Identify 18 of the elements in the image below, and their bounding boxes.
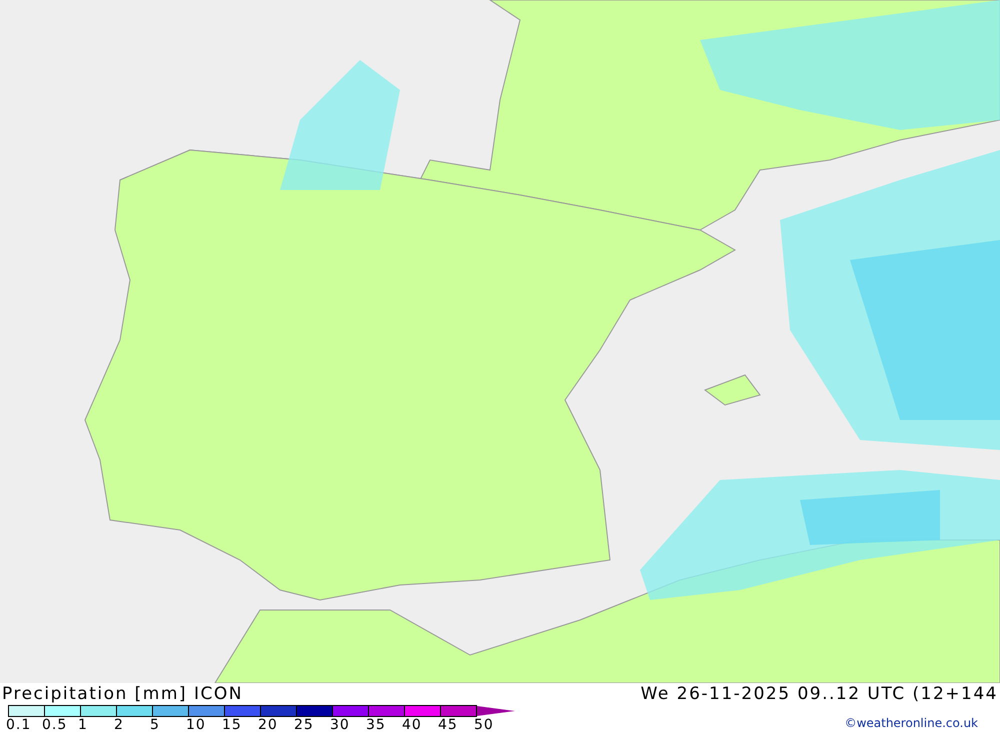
legend-tick-label: 20 <box>258 717 279 733</box>
legend-tick-label: 25 <box>294 717 315 733</box>
legend-tick-label: 45 <box>438 717 459 733</box>
arrow-icon <box>477 706 515 716</box>
legend-tick-label: 30 <box>330 717 351 733</box>
legend-tick-label: 2 <box>114 717 125 733</box>
legend-tick-label: 1 <box>78 717 89 733</box>
legend-tick-label: 40 <box>402 717 423 733</box>
copyright-link[interactable]: ©weatheronline.co.uk <box>844 716 978 730</box>
legend-tick-label: 5 <box>150 717 161 733</box>
map-title: Precipitation [mm] ICON <box>2 683 243 705</box>
legend-tick-label: 15 <box>222 717 243 733</box>
legend-tick-label: 0.5 <box>42 717 68 733</box>
legend-tick-label: 50 <box>474 717 495 733</box>
legend-tick-label: 0.1 <box>6 717 32 733</box>
legend-tick-label: 35 <box>366 717 387 733</box>
legend-tick-label: 10 <box>186 717 207 733</box>
valid-time: We 26-11-2025 09..12 UTC (12+144 <box>640 683 998 705</box>
